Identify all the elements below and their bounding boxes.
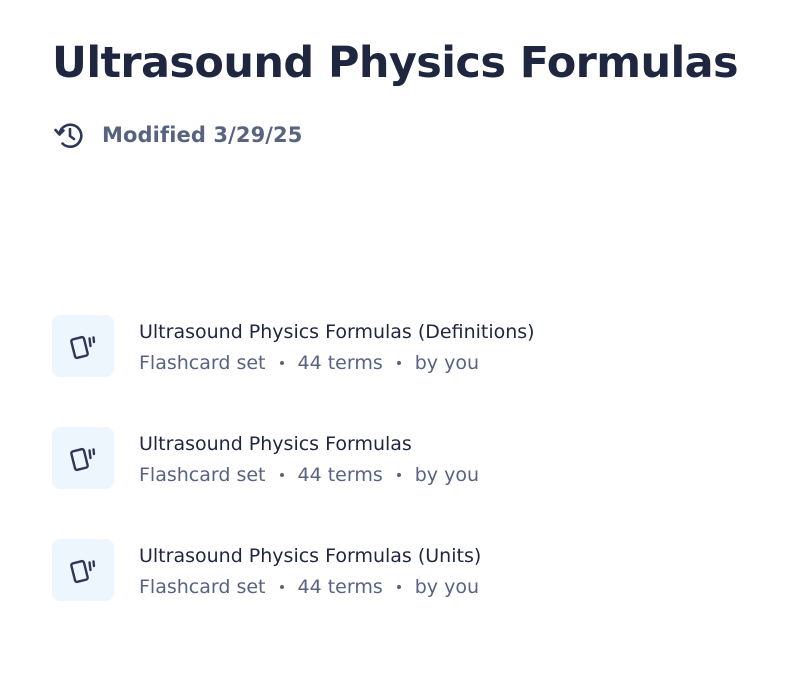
flashcards-icon (52, 315, 114, 377)
history-icon (52, 118, 86, 152)
separator-dot (396, 361, 401, 365)
set-meta: Flashcard set 44 terms by you (139, 351, 479, 375)
separator-dot (279, 361, 284, 365)
set-term-count: 44 terms (297, 464, 383, 486)
set-owner: by you (414, 464, 480, 486)
set-title[interactable]: Ultrasound Physics Formulas (Definitions… (139, 320, 535, 344)
set-type: Flashcard set (139, 464, 266, 486)
set-meta: Flashcard set 44 terms by you (139, 463, 479, 487)
set-term-count: 44 terms (297, 352, 383, 374)
set-term-count: 44 terms (297, 576, 383, 598)
set-type: Flashcard set (139, 576, 266, 598)
list-item[interactable]: Ultrasound Physics Formulas (Definitions… (52, 312, 752, 424)
modified-info: Modified 3/29/25 (52, 118, 302, 152)
study-set-list: Ultrasound Physics Formulas (Definitions… (52, 312, 752, 648)
list-item[interactable]: Ultrasound Physics Formulas Flashcard se… (52, 424, 752, 536)
flashcards-icon (52, 427, 114, 489)
set-owner: by you (414, 576, 480, 598)
separator-dot (279, 473, 284, 477)
list-item[interactable]: Ultrasound Physics Formulas (Units) Flas… (52, 536, 752, 648)
separator-dot (396, 473, 401, 477)
page-title: Ultrasound Physics Formulas (52, 38, 739, 88)
set-owner: by you (414, 352, 480, 374)
set-meta: Flashcard set 44 terms by you (139, 575, 479, 599)
modified-date: Modified 3/29/25 (102, 123, 303, 147)
set-title[interactable]: Ultrasound Physics Formulas (139, 432, 412, 456)
separator-dot (279, 585, 284, 589)
flashcards-icon (52, 539, 114, 601)
set-type: Flashcard set (139, 352, 266, 374)
set-title[interactable]: Ultrasound Physics Formulas (Units) (139, 544, 481, 568)
separator-dot (396, 585, 401, 589)
